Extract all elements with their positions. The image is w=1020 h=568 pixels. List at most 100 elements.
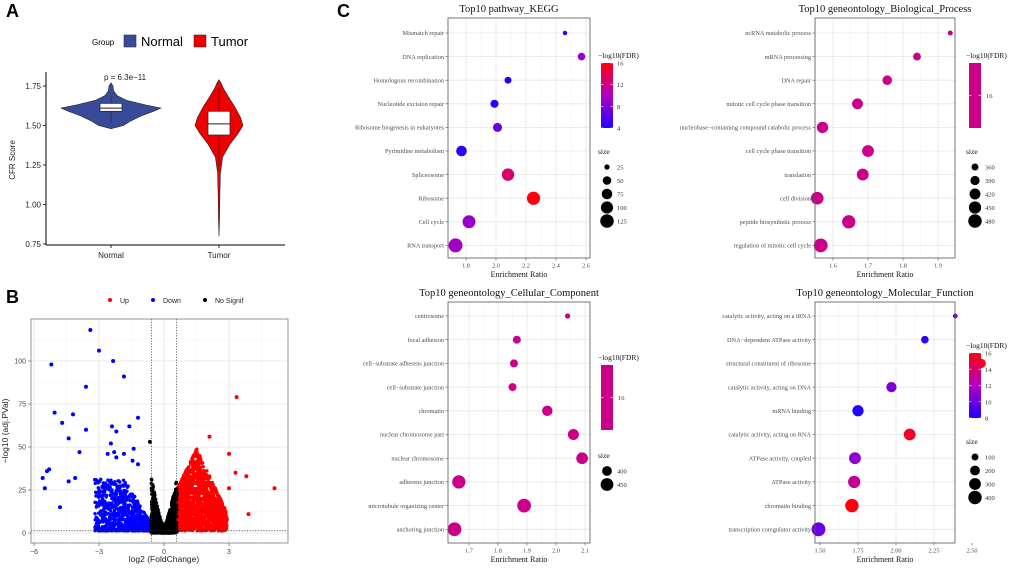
data-point-down: [71, 412, 75, 417]
point-down: [101, 498, 105, 502]
point-up: [217, 513, 222, 518]
point-up: [195, 521, 200, 526]
point-up: [180, 527, 185, 531]
point-up: [180, 516, 185, 521]
point-down: [96, 486, 101, 490]
category-label: chromatin binding: [765, 503, 812, 510]
chart-title: Top10 geneontology_Molecular_Function: [796, 288, 974, 299]
dotplot-kegg: Top10 pathway_KEGG Mismatch repair DNA rep…: [355, 4, 639, 279]
color-legend-title: −log10(FDR): [966, 341, 1007, 350]
volcano-plot: Up Down No Signif−6 −3 0 30255075100log2 (Fol…: [0, 298, 289, 564]
category-label: catalytic activity, acting on DNA: [728, 384, 811, 391]
x-tick-label: Tumor: [208, 251, 231, 260]
point-up: [197, 481, 201, 485]
data-point: [509, 359, 518, 368]
point-down: [105, 528, 109, 533]
legend-label: No Signif: [215, 298, 243, 305]
point-up: [206, 511, 211, 516]
data-point: [576, 452, 588, 465]
point-down: [109, 478, 113, 482]
x-tick-label: 1.8: [494, 548, 502, 555]
data-point-up: [207, 434, 212, 439]
color-legend-label: 12: [985, 383, 992, 390]
point-nosignif: [166, 526, 170, 530]
data-point: [517, 498, 531, 513]
category-label: cell−substrate adherens junction: [363, 361, 445, 368]
size-legend-dot: [601, 188, 613, 200]
point-down: [124, 526, 128, 531]
point-nosignif: [155, 517, 159, 522]
point-down: [127, 516, 132, 520]
point-up: [187, 509, 192, 513]
data-point-up: [224, 517, 229, 522]
point-down: [121, 483, 125, 487]
point-nosignif: [160, 531, 165, 535]
data-point-up: [246, 512, 251, 517]
x-axis-title: Enrichment Ratio: [491, 270, 548, 279]
point-up: [192, 526, 197, 530]
legend-label: Up: [120, 298, 129, 305]
point-down: [118, 516, 122, 521]
panel-letter-b: B: [6, 287, 19, 307]
y-tick-label: 0.75: [25, 240, 41, 249]
point-up: [199, 496, 204, 501]
chart-title: Top10 pathway_KEGG: [459, 4, 559, 15]
point-nosignif: [172, 518, 177, 523]
size-legend-title: size: [966, 147, 978, 156]
point-down: [113, 492, 117, 497]
data-point: [862, 145, 874, 157]
point-down: [114, 528, 118, 532]
category-label: nucleobase−containing compound catabolic…: [680, 125, 812, 132]
data-point-down: [97, 348, 101, 353]
point-down: [121, 478, 126, 482]
point-up: [191, 479, 195, 484]
category-label: mRNA processing: [765, 54, 812, 61]
point-down: [129, 510, 133, 515]
point-up: [185, 497, 189, 501]
data-point: [903, 428, 916, 441]
x-tick-label: 2.4: [552, 263, 561, 270]
x-tick-label: 2.6: [582, 263, 590, 270]
x-tick-label: 2.2: [522, 263, 530, 270]
point-down: [122, 501, 126, 505]
data-point-down: [127, 424, 132, 429]
point-down: [96, 519, 100, 524]
category-label: cell division: [780, 195, 812, 202]
category-label: DNA−dependent ATPase activity: [727, 337, 812, 344]
color-legend-label: 8: [617, 104, 620, 111]
point-up: [201, 474, 206, 479]
data-point: [490, 99, 499, 108]
category-label: structural constituent of ribosome: [726, 361, 811, 368]
panel-letter-a: A: [6, 1, 19, 21]
point-up: [188, 525, 192, 530]
point-down: [116, 485, 121, 489]
size-legend-dot: [968, 214, 982, 228]
category-label: Nucleotide excision repair: [378, 101, 445, 108]
point-up: [215, 504, 220, 508]
size-legend-dot: [971, 163, 979, 171]
data-point-down: [60, 420, 65, 425]
data-point: [564, 313, 571, 319]
y-tick-label: 1.75: [25, 82, 41, 91]
x-tick-label: 3: [227, 549, 231, 556]
data-point-down: [84, 384, 88, 389]
point-down: [117, 507, 122, 511]
point-down: [126, 484, 130, 488]
data-point: [567, 428, 579, 441]
category-label: DNA replication: [402, 54, 445, 61]
point-up: [218, 517, 223, 521]
point-down: [109, 493, 113, 497]
point-down: [117, 501, 121, 505]
data-point: [882, 75, 893, 85]
figure: A B C Group Normal Tumor 0.75 1.00 1.25 1.50 1.…: [0, 1, 1007, 564]
legend-title: Group: [92, 38, 115, 47]
x-tick-label: 1.7: [864, 263, 872, 270]
data-point: [452, 475, 466, 489]
size-legend-label: 420: [985, 192, 995, 199]
point-up: [187, 465, 191, 469]
point-nosignif: [153, 492, 157, 497]
data-point-down: [130, 458, 135, 463]
size-legend-title: size: [966, 437, 978, 446]
point-up: [181, 474, 186, 479]
size-legend-dot: [969, 478, 981, 490]
